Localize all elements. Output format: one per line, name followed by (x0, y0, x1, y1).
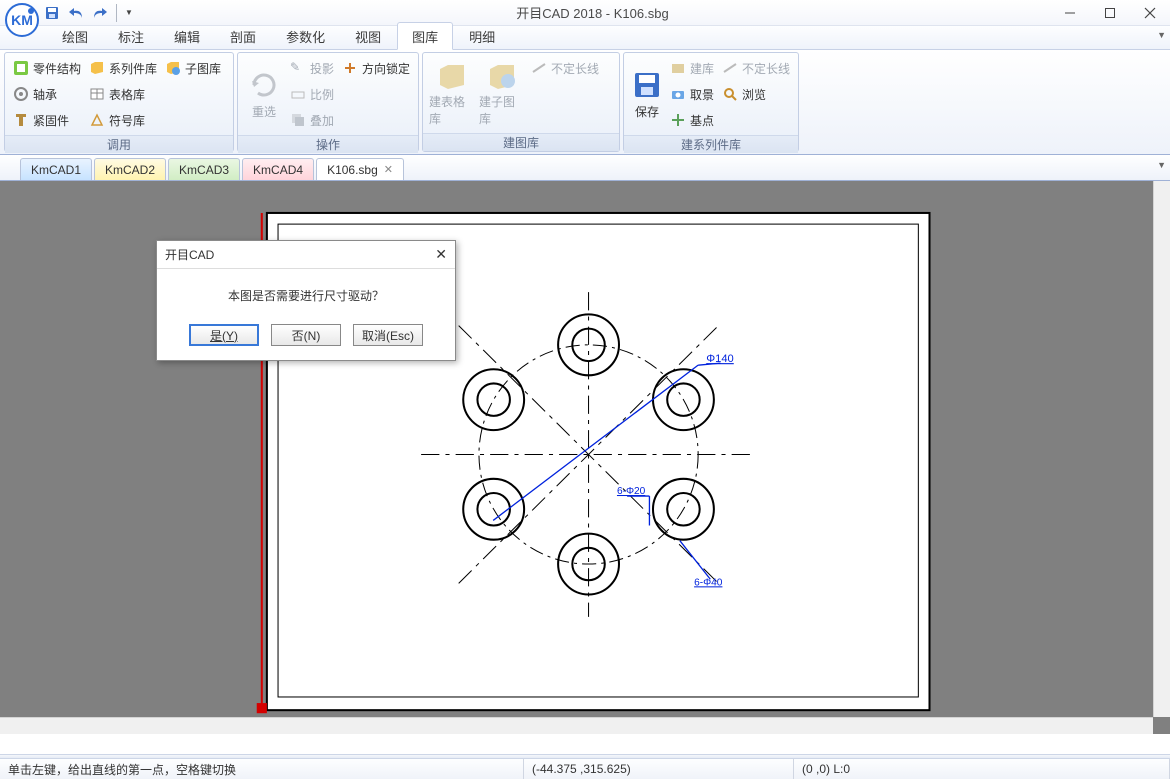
status-coord: (-44.375 ,315.625) (524, 759, 794, 779)
app-logo[interactable]: KM (4, 2, 40, 38)
dialog-message: 本图是否需要进行尺寸驱动？ (157, 269, 455, 318)
confirm-dialog: 开目CAD ✕ 本图是否需要进行尺寸驱动？ 是(Y) 否(N) 取消(Esc) (156, 240, 456, 361)
bigbtn-save-lib[interactable]: 保存 (630, 57, 664, 131)
dim-d1: Φ140 (706, 353, 734, 365)
ritem-direction-lock[interactable]: 方向锁定 (340, 57, 412, 79)
dialog-title: 开目CAD (165, 246, 214, 263)
menu-view[interactable]: 视图 (341, 23, 395, 49)
ribbon-group-buildlib: 建表格库 建子图库 不定长线 建图库 (422, 52, 620, 152)
doctab-2[interactable]: KmCAD2 (94, 158, 166, 180)
close-tab-icon[interactable]: ✕ (384, 163, 393, 176)
dialog-yes-button[interactable]: 是(Y) (189, 324, 259, 346)
undo-icon[interactable] (66, 3, 86, 23)
status-origin: (0 ,0) L:0 (794, 759, 1170, 779)
doctab-4[interactable]: KmCAD4 (242, 158, 314, 180)
status-bar: 单击左键，给出直线的第一点，空格键切换 (-44.375 ,315.625) (… (0, 758, 1170, 779)
ritem-symbol-lib[interactable]: 符号库 (87, 109, 159, 131)
ritem-overlay[interactable]: 叠加 (288, 109, 336, 131)
ritem-table-lib[interactable]: 表格库 (87, 83, 159, 105)
ritem-sublib[interactable]: 子图库 (163, 57, 223, 79)
ritem-part-structure[interactable]: 零件结构 (11, 57, 83, 79)
bigbtn-build-sub-lib[interactable]: 建子图库 (479, 57, 525, 129)
group-title-series: 建系列件库 (624, 135, 798, 153)
vertical-scrollbar[interactable] (1153, 181, 1170, 717)
menu-tabs: 绘图 标注 编辑 剖面 参数化 视图 图库 明细 ▼ (0, 26, 1170, 50)
ribbon-group-series: 保存 建库 取景 基点 不定长线 浏览 建系列件库 (623, 52, 799, 152)
close-button[interactable] (1130, 0, 1170, 26)
document-tabs: KmCAD1 KmCAD2 KmCAD3 KmCAD4 K106.sbg✕ ▼ (0, 155, 1170, 181)
doctab-3[interactable]: KmCAD3 (168, 158, 240, 180)
qat-separator (116, 4, 117, 22)
group-title-operate: 操作 (238, 135, 418, 153)
menu-section[interactable]: 剖面 (216, 23, 270, 49)
window-title: 开目CAD 2018 - K106.sbg (135, 3, 1050, 22)
maximize-button[interactable] (1090, 0, 1130, 26)
redo-icon[interactable] (90, 3, 110, 23)
status-hint: 单击左键，给出直线的第一点，空格键切换 (0, 759, 524, 779)
ritem-build-lib[interactable]: 建库 (668, 57, 716, 79)
ritem-fastener[interactable]: 紧固件 (11, 109, 83, 131)
dialog-cancel-button[interactable]: 取消(Esc) (353, 324, 423, 346)
ritem-scale[interactable]: 比例 (288, 83, 336, 105)
svg-text:KM: KM (11, 12, 33, 28)
ritem-browse[interactable]: 浏览 (720, 83, 792, 105)
ritem-varline-1[interactable]: 不定长线 (529, 57, 601, 79)
doctab-1[interactable]: KmCAD1 (20, 158, 92, 180)
minimize-button[interactable] (1050, 0, 1090, 26)
ribbon-group-operate: 重选 ✎投影 比例 叠加 方向锁定 操作 (237, 52, 419, 152)
menu-annotate[interactable]: 标注 (104, 23, 158, 49)
ritem-capture[interactable]: 取景 (668, 83, 716, 105)
ribbon: 零件结构 轴承 紧固件 系列件库 表格库 符号库 子图库 调用 重选 ✎投影 (0, 50, 1170, 155)
menu-detail[interactable]: 明细 (455, 23, 509, 49)
doctab-active[interactable]: K106.sbg✕ (316, 158, 404, 180)
ritem-varline-2[interactable]: 不定长线 (720, 57, 792, 79)
ritem-series-lib[interactable]: 系列件库 (87, 57, 159, 79)
ritem-projection[interactable]: ✎投影 (288, 57, 336, 79)
doctabs-dropdown-icon[interactable]: ▼ (1157, 160, 1166, 170)
ribbon-group-call: 零件结构 轴承 紧固件 系列件库 表格库 符号库 子图库 调用 (4, 52, 234, 152)
bigbtn-build-table-lib[interactable]: 建表格库 (429, 57, 475, 129)
horizontal-scrollbar[interactable] (0, 717, 1153, 734)
qat-dropdown-icon[interactable]: ▼ (123, 8, 135, 17)
bigbtn-reselect[interactable]: 重选 (244, 57, 284, 131)
ritem-basepoint[interactable]: 基点 (668, 109, 716, 131)
menu-parametric[interactable]: 参数化 (272, 23, 339, 49)
save-icon[interactable] (42, 3, 62, 23)
dim-d2: 6-Φ20 (617, 486, 646, 497)
dialog-no-button[interactable]: 否(N) (271, 324, 341, 346)
menu-draw[interactable]: 绘图 (48, 23, 102, 49)
menu-library[interactable]: 图库 (397, 22, 453, 50)
group-title-buildlib: 建图库 (423, 133, 619, 151)
menu-edit[interactable]: 编辑 (160, 23, 214, 49)
dim-d3: 6-Φ40 (694, 577, 723, 588)
menu-dropdown-icon[interactable]: ▼ (1157, 30, 1166, 40)
group-title-call: 调用 (5, 135, 233, 153)
dialog-close-icon[interactable]: ✕ (435, 246, 447, 263)
ritem-bearing[interactable]: 轴承 (11, 83, 83, 105)
